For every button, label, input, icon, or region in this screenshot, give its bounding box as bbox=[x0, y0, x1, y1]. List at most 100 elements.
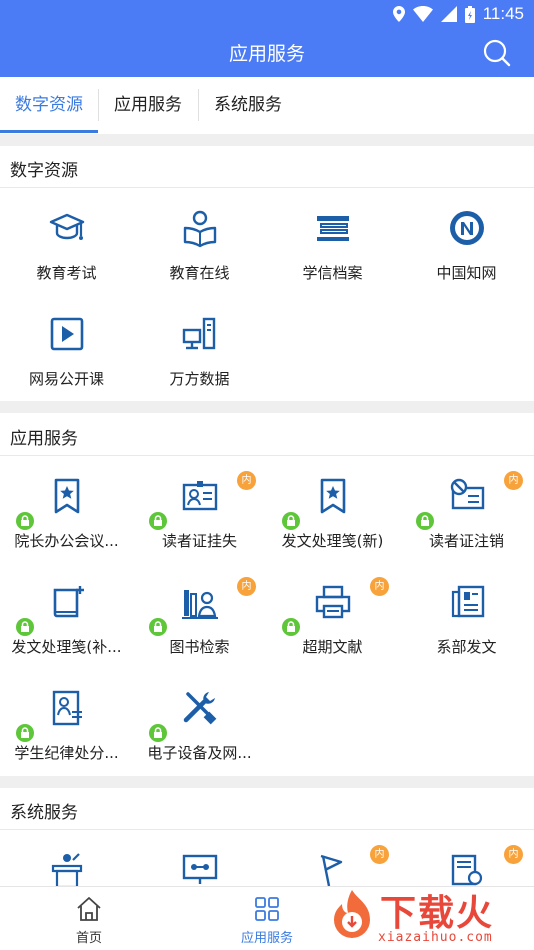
item-label: 网易公开课 bbox=[28, 370, 104, 388]
nav-label: 应用服务 bbox=[240, 931, 293, 946]
item-label: 电子设备及网... bbox=[147, 744, 252, 762]
card-cancel-icon bbox=[450, 478, 484, 510]
internal-badge: 内 bbox=[504, 471, 523, 490]
item-label: 发文处理笺(新) bbox=[281, 532, 384, 550]
section-divider bbox=[0, 455, 534, 456]
tab-application-services[interactable]: 应用服务 bbox=[99, 77, 197, 134]
lock-icon bbox=[149, 724, 167, 742]
app-item-dispatch-new[interactable]: 发文处理笺(新) bbox=[266, 460, 399, 560]
battery-icon bbox=[464, 5, 475, 23]
section-divider bbox=[0, 187, 534, 188]
tab-digital-resources[interactable]: 数字资源 bbox=[0, 77, 98, 134]
digital-item-wanfang[interactable]: 万方数据 bbox=[133, 298, 266, 398]
status-icons: 11:45 bbox=[392, 4, 524, 24]
system-item-flag[interactable]: 内 bbox=[266, 834, 399, 886]
item-label: 万方数据 bbox=[169, 370, 230, 388]
app-item-reader-card-loss[interactable]: 内 读者证挂失 bbox=[133, 460, 266, 560]
person-document-icon bbox=[52, 690, 82, 726]
watermark: 下载火 xiazaihuo.com bbox=[316, 880, 534, 950]
nav-home[interactable]: 首页 bbox=[39, 887, 139, 950]
item-label: 发文处理笺(补... bbox=[11, 638, 122, 656]
app-item-dispatch-supplement[interactable]: 发文处理笺(补... bbox=[0, 566, 133, 666]
internal-badge: 内 bbox=[237, 577, 256, 596]
document-icon bbox=[451, 585, 484, 618]
category-tabs: 数字资源 应用服务 系统服务 bbox=[0, 77, 534, 134]
digital-item-online[interactable]: 教育在线 bbox=[133, 192, 266, 292]
section-divider bbox=[0, 829, 534, 830]
status-bar: 11:45 bbox=[0, 0, 534, 28]
item-label: 学生纪律处分... bbox=[14, 744, 119, 762]
app-item-department-dispatch[interactable]: 系部发文 bbox=[400, 566, 533, 666]
section-title-digital: 数字资源 bbox=[10, 161, 78, 181]
item-label: 教育在线 bbox=[169, 264, 230, 282]
section-title-app: 应用服务 bbox=[10, 429, 78, 449]
watermark-subtitle: xiazaihuo.com bbox=[378, 930, 493, 945]
home-icon bbox=[77, 897, 101, 921]
system-item-documents[interactable]: 内 bbox=[400, 834, 533, 886]
app-item-electronic-equipment[interactable]: 电子设备及网... bbox=[133, 672, 266, 772]
tools-icon bbox=[183, 692, 216, 725]
internal-badge: 内 bbox=[237, 471, 256, 490]
item-label: 图书检索 bbox=[169, 638, 230, 656]
podium-icon bbox=[51, 853, 82, 886]
section-gap bbox=[0, 401, 534, 413]
book-add-icon bbox=[53, 586, 84, 618]
page-title: 应用服务 bbox=[228, 43, 305, 65]
item-label: 读者证挂失 bbox=[161, 532, 237, 550]
internal-badge: 内 bbox=[370, 577, 389, 596]
section-gap bbox=[0, 776, 534, 788]
app-item-reader-card-cancel[interactable]: 内 读者证注销 bbox=[400, 460, 533, 560]
grid-icon bbox=[255, 897, 279, 921]
app-item-book-search[interactable]: 内 图书检索 bbox=[133, 566, 266, 666]
system-item-monitor[interactable] bbox=[133, 834, 266, 886]
section-gap bbox=[0, 134, 534, 146]
app-item-overdue-literature[interactable]: 内 超期文献 bbox=[266, 566, 399, 666]
computer-server-icon bbox=[182, 317, 215, 350]
lock-icon bbox=[282, 512, 300, 530]
id-card-icon bbox=[182, 481, 217, 511]
bookmark-star-icon bbox=[320, 478, 345, 514]
item-label: 教育考试 bbox=[36, 264, 97, 282]
location-icon bbox=[392, 6, 405, 22]
wifi-icon bbox=[412, 6, 433, 22]
reader-icon bbox=[183, 210, 216, 248]
archive-icon bbox=[316, 216, 349, 241]
video-play-icon bbox=[50, 317, 83, 351]
nav-label: 首页 bbox=[75, 931, 102, 946]
digital-item-exam[interactable]: 教育考试 bbox=[0, 192, 133, 292]
lock-icon bbox=[282, 618, 300, 636]
bookmark-star-icon bbox=[54, 478, 79, 514]
nav-app-services[interactable]: 应用服务 bbox=[217, 887, 317, 950]
tab-system-services[interactable]: 系统服务 bbox=[198, 77, 298, 134]
printer-icon bbox=[315, 585, 350, 619]
digital-item-cnki[interactable]: 中国知网 bbox=[400, 192, 533, 292]
item-label: 系部发文 bbox=[436, 638, 497, 656]
item-label: 院长办公会议... bbox=[14, 532, 119, 550]
lock-icon bbox=[149, 618, 167, 636]
tab-divider bbox=[198, 89, 199, 121]
monitor-network-icon bbox=[182, 854, 217, 884]
lock-icon bbox=[149, 512, 167, 530]
system-item-podium[interactable] bbox=[0, 834, 133, 886]
graduation-cap-icon bbox=[49, 213, 84, 240]
digital-item-163-open-course[interactable]: 网易公开课 bbox=[0, 298, 133, 398]
lock-icon bbox=[16, 618, 34, 636]
app-bar: 应用服务 bbox=[0, 28, 534, 77]
search-icon[interactable] bbox=[482, 38, 512, 68]
internal-badge: 内 bbox=[370, 845, 389, 864]
internal-badge: 内 bbox=[504, 845, 523, 864]
lock-icon bbox=[16, 724, 34, 742]
flame-logo-icon bbox=[334, 890, 370, 938]
cnki-logo-icon bbox=[449, 211, 484, 245]
tab-divider bbox=[98, 89, 99, 121]
book-search-icon bbox=[181, 590, 218, 619]
lock-icon bbox=[16, 512, 34, 530]
watermark-title: 下载火 bbox=[380, 893, 495, 934]
status-time: 11:45 bbox=[482, 4, 524, 23]
lock-icon bbox=[416, 512, 434, 530]
tab-active-indicator bbox=[0, 130, 98, 133]
item-label: 学信档案 bbox=[302, 264, 363, 282]
app-item-president-meeting[interactable]: 院长办公会议... bbox=[0, 460, 133, 560]
app-item-student-discipline[interactable]: 学生纪律处分... bbox=[0, 672, 133, 772]
digital-item-archive[interactable]: 学信档案 bbox=[266, 192, 399, 292]
